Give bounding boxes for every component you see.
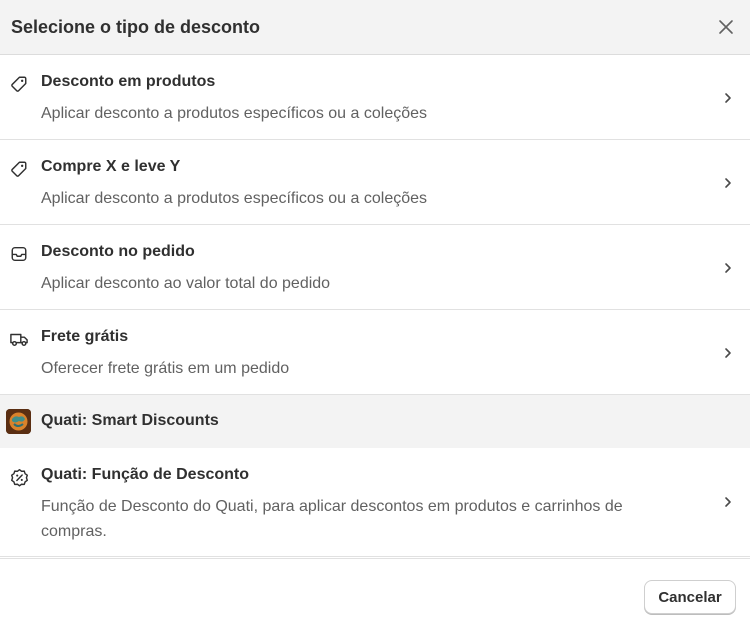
- option-title: Frete grátis: [41, 328, 129, 345]
- tag-icon: [9, 74, 29, 94]
- app-section-title: Quati: Smart Discounts: [41, 412, 219, 429]
- close-button[interactable]: [714, 15, 738, 39]
- option-buy-x-get-y[interactable]: Compre X e leve Y Aplicar desconto a pro…: [0, 140, 750, 225]
- modal-header: Selecione o tipo de desconto: [0, 0, 750, 55]
- chevron-right-icon: [718, 258, 738, 278]
- option-free-shipping[interactable]: Frete grátis Oferecer frete grátis em um…: [0, 310, 750, 395]
- app-section-header: Quati: Smart Discounts: [0, 395, 750, 448]
- option-title: Desconto em produtos: [41, 73, 216, 90]
- modal-footer: Cancelar: [0, 558, 750, 625]
- close-icon: [719, 20, 733, 34]
- chevron-right-icon: [718, 88, 738, 108]
- app-logo-icon: [6, 409, 31, 434]
- tag-icon: [9, 159, 29, 179]
- chevron-right-icon: [718, 492, 738, 512]
- truck-icon: [9, 329, 29, 349]
- discount-badge-icon: [9, 467, 29, 487]
- chevron-right-icon: [718, 173, 738, 193]
- option-description: Aplicar desconto ao valor total do pedid…: [41, 275, 331, 292]
- option-order-discount[interactable]: Desconto no pedido Aplicar desconto ao v…: [0, 225, 750, 310]
- cancel-button[interactable]: Cancelar: [644, 580, 736, 614]
- modal-title: Selecione o tipo de desconto: [11, 16, 261, 37]
- option-title: Desconto no pedido: [41, 243, 195, 260]
- option-quati-discount-function[interactable]: Quati: Função de Desconto Função de Desc…: [0, 448, 750, 557]
- option-description: Aplicar desconto a produtos específicos …: [41, 105, 428, 122]
- option-product-discount[interactable]: Desconto em produtos Aplicar desconto a …: [0, 55, 750, 140]
- discount-type-modal: Selecione o tipo de desconto Desconto em…: [0, 0, 750, 625]
- chevron-right-icon: [718, 343, 738, 363]
- option-title: Compre X e leve Y: [41, 158, 181, 175]
- option-title: Quati: Função de Desconto: [41, 466, 250, 483]
- option-description: Função de Desconto do Quati, para aplica…: [41, 498, 623, 540]
- option-description: Oferecer frete grátis em um pedido: [41, 360, 290, 377]
- order-icon: [9, 244, 29, 264]
- option-description: Aplicar desconto a produtos específicos …: [41, 190, 428, 207]
